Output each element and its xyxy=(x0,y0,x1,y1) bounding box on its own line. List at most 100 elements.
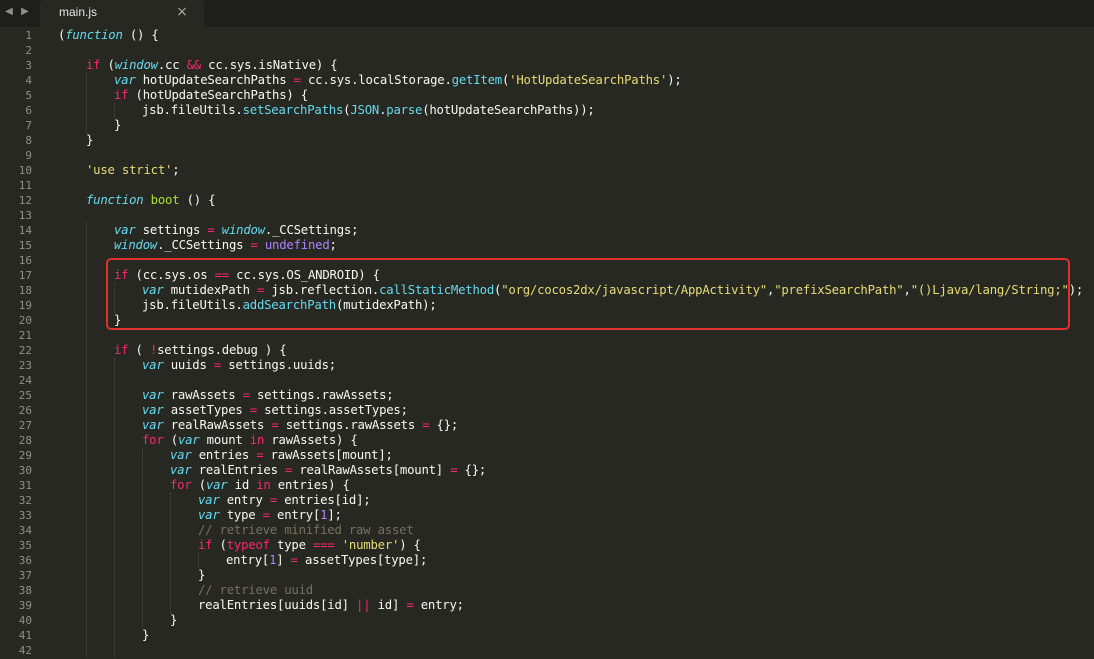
code-token: 'use strict' xyxy=(86,163,173,177)
line-number: 32 xyxy=(18,494,32,507)
indent-guide xyxy=(86,223,87,658)
line-number: 9 xyxy=(25,149,32,162)
code-token: ); xyxy=(1068,283,1084,297)
code-line: } xyxy=(142,628,149,643)
code-line: jsb.fileUtils.setSearchPaths(JSON.parse(… xyxy=(142,103,595,118)
code-token: == xyxy=(214,268,230,282)
code-token: ( xyxy=(163,433,178,447)
line-number: 2 xyxy=(25,44,32,57)
code-editor[interactable]: 1 2 3 4 5 6 7 8 9 10 11 12 13 14 15 16 17 18 19 20 21 22 23 24 2… xyxy=(0,27,1094,659)
code-token: jsb.fileUtils. xyxy=(142,298,243,312)
code-token: hotUpdateSearchPaths xyxy=(135,73,294,87)
line-number: 17 xyxy=(18,269,32,282)
code-line: realEntries[uuids[id] || id] = entry; xyxy=(198,598,464,613)
line-number: 36 xyxy=(18,554,32,567)
code-line: // retrieve uuid xyxy=(198,583,313,598)
code-token: in xyxy=(256,478,271,492)
code-token: window xyxy=(114,238,158,252)
code-token: = xyxy=(293,73,301,87)
code-token: } xyxy=(198,568,206,582)
line-number: 14 xyxy=(18,224,32,237)
code-token: === xyxy=(312,538,335,552)
code-token: window xyxy=(114,58,158,72)
code-line: if ( !settings.debug ) { xyxy=(114,343,287,358)
close-icon[interactable]: × xyxy=(174,3,190,21)
code-token: cc.sys.OS_ANDROID) { xyxy=(228,268,380,282)
code-token: settings.uuids; xyxy=(221,358,336,372)
line-number: 37 xyxy=(18,569,32,582)
code-token: var xyxy=(142,283,164,297)
code-token: "org/cocos2dx/javascript/AppActivity" xyxy=(501,283,767,297)
code-token: .cc xyxy=(157,58,187,72)
line-number: 6 xyxy=(25,104,32,117)
code-line: } xyxy=(114,313,121,328)
line-number: 10 xyxy=(18,164,32,177)
code-token: = xyxy=(249,403,257,417)
code-token: if xyxy=(114,88,129,102)
line-number: 1 xyxy=(25,29,32,42)
tab-bar: ◀ ▶ main.js × xyxy=(0,0,1094,28)
code-token: "()Ljava/lang/String;" xyxy=(910,283,1069,297)
code-token: // retrieve minified raw asset xyxy=(198,523,414,537)
code-token: = xyxy=(207,223,215,237)
code-token: settings.debug ) { xyxy=(157,343,287,357)
code-token: assetTypes xyxy=(163,403,250,417)
code-token: = xyxy=(250,238,258,252)
line-number: 40 xyxy=(18,614,32,627)
indent-guide xyxy=(114,103,115,118)
code-token: getItem xyxy=(451,73,503,87)
code-token: () { xyxy=(122,28,159,42)
indent-guide xyxy=(142,448,143,628)
code-token: assetTypes[type]; xyxy=(297,553,428,567)
code-token: addSearchPath xyxy=(242,298,337,312)
code-token: var xyxy=(198,493,220,507)
code-token: var xyxy=(177,433,200,447)
line-number: 5 xyxy=(25,89,32,102)
line-number: 26 xyxy=(18,404,32,417)
code-token: settings.assetTypes; xyxy=(256,403,408,417)
code-token: (cc.sys.os xyxy=(128,268,215,282)
line-number: 11 xyxy=(18,179,32,192)
line-number: 13 xyxy=(18,209,32,222)
line-number: 15 xyxy=(18,239,32,252)
code-line: if (hotUpdateSearchPaths) { xyxy=(114,88,308,103)
code-token: entries) { xyxy=(270,478,350,492)
code-token: JSON xyxy=(350,103,380,117)
code-token: jsb.fileUtils. xyxy=(142,103,243,117)
code-line: } xyxy=(114,118,121,133)
code-token: entry[ xyxy=(226,553,270,567)
code-token: ( xyxy=(128,343,150,357)
code-line: var uuids = settings.uuids; xyxy=(142,358,336,373)
tab-forward-arrow-icon[interactable]: ▶ xyxy=(18,2,32,20)
code-token: uuids xyxy=(163,358,214,372)
code-token: ; xyxy=(172,163,180,177)
code-token: entry; xyxy=(413,598,464,612)
code-token: {}; xyxy=(457,463,487,477)
tab-main-js[interactable]: main.js × xyxy=(40,0,204,27)
code-line: if (window.cc && cc.sys.isNative) { xyxy=(86,58,338,73)
line-number: 16 xyxy=(18,254,32,267)
code-token: for xyxy=(170,478,192,492)
code-token: mount xyxy=(199,433,250,447)
code-token: var xyxy=(142,358,164,372)
code-area[interactable]: ( function () { if (window.cc && cc.sys.is… xyxy=(58,27,1094,659)
line-number-gutter: 1 2 3 4 5 6 7 8 9 10 11 12 13 14 15 16 17 18 19 20 21 22 23 24 2… xyxy=(0,27,40,659)
code-token: entries xyxy=(191,448,257,462)
line-number: 20 xyxy=(18,314,32,327)
code-line: } xyxy=(170,613,177,628)
code-token: "prefixSearchPath" xyxy=(774,283,904,297)
line-number: 28 xyxy=(18,434,32,447)
code-token: function xyxy=(65,28,123,42)
code-token: rawAssets xyxy=(163,388,243,402)
code-token: rawAssets) { xyxy=(264,433,358,447)
code-line: if (cc.sys.os == cc.sys.OS_ANDROID) { xyxy=(114,268,380,283)
code-token: (hotUpdateSearchPaths) { xyxy=(128,88,309,102)
code-token: entry xyxy=(219,493,270,507)
line-number: 31 xyxy=(18,479,32,492)
code-line: var assetTypes = settings.assetTypes; xyxy=(142,403,408,418)
code-token: = xyxy=(271,418,279,432)
tab-back-arrow-icon[interactable]: ◀ xyxy=(2,2,16,20)
